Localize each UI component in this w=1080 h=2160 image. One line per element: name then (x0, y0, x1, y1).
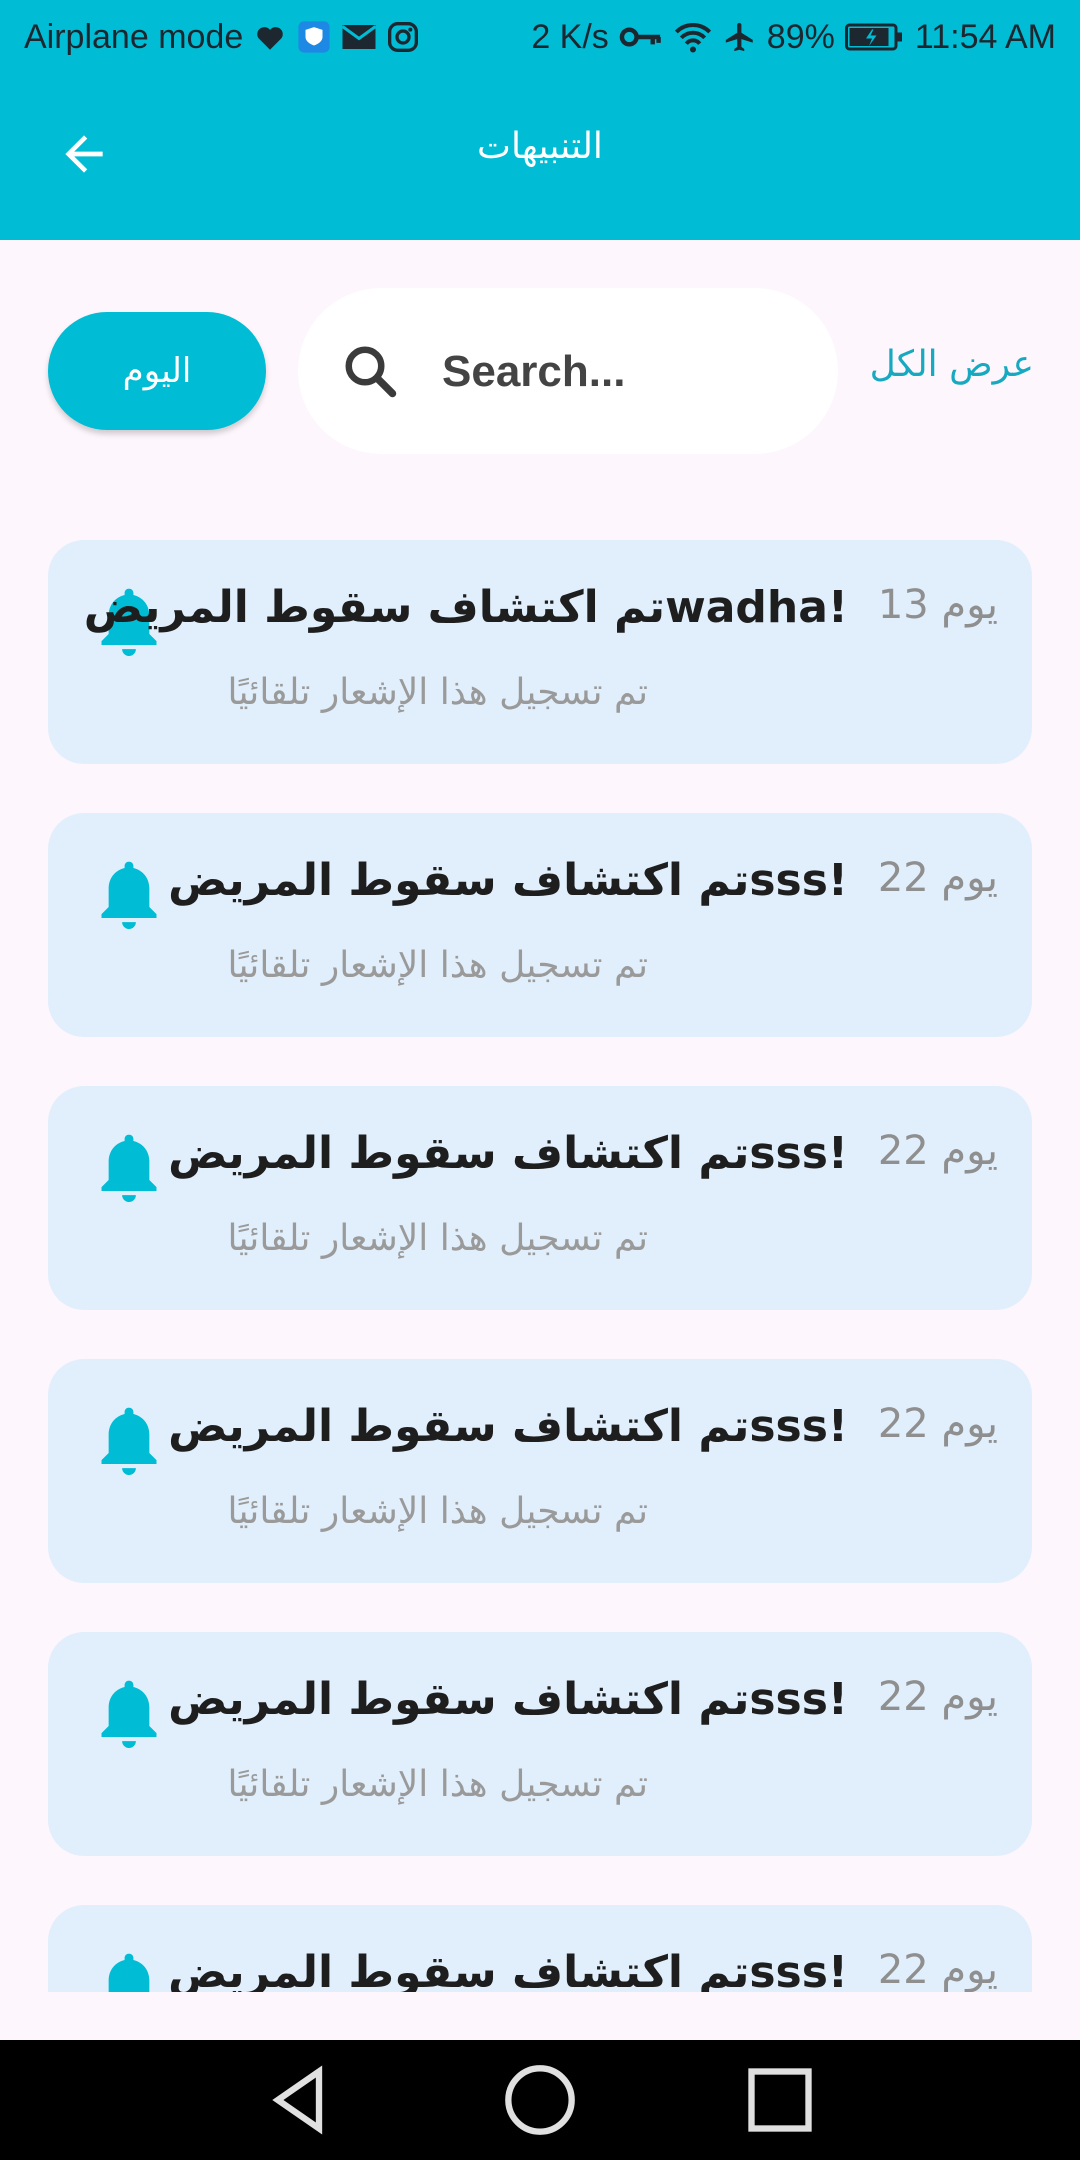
bell-icon (96, 1403, 162, 1481)
status-right: 2 K/s 89% 11:54 AM (531, 18, 1056, 57)
notification-title: !sssتم اكتشاف سقوط المريض (168, 1401, 848, 1452)
notification-title: !sssتم اكتشاف سقوط المريض (168, 1128, 848, 1179)
notification-day: يوم 22 (877, 1947, 998, 1992)
notification-card[interactable]: !sssتم اكتشاف سقوط المريض تم تسجيل هذا ال… (48, 1086, 1032, 1310)
notification-day: يوم 22 (877, 1401, 998, 1447)
notification-card[interactable]: !sssتم اكتشاف سقوط المريض تم تسجيل هذا ال… (48, 1359, 1032, 1583)
instagram-icon (387, 21, 419, 53)
notification-subtitle: تم تسجيل هذا الإشعار تلقائيًا (227, 1764, 648, 1805)
notification-card[interactable]: !sssتم اكتشاف سقوط المريضتم تسجيل هذا ال… (48, 1905, 1032, 1992)
notification-subtitle: تم تسجيل هذا الإشعار تلقائيًا (227, 1491, 648, 1532)
bell-icon (96, 1949, 162, 1992)
notification-day: يوم 22 (877, 1128, 998, 1174)
status-left: Airplane mode (24, 18, 419, 57)
search-box[interactable] (298, 288, 838, 454)
search-icon (345, 346, 397, 398)
airplane-mode-label: Airplane mode (24, 17, 244, 56)
system-nav-bar (0, 2040, 1080, 2160)
notification-card[interactable]: !sssتم اكتشاف سقوط المريض تم تسجيل هذا ال… (48, 813, 1032, 1037)
notification-card[interactable]: !sssتم اكتشاف سقوط المريض تم تسجيل هذا ال… (48, 1632, 1032, 1856)
notification-day: يوم 22 (877, 855, 998, 901)
notification-day: يوم 22 (877, 1674, 998, 1720)
show-all-link[interactable]: عرض الكل (870, 344, 1034, 385)
bell-icon (96, 857, 162, 935)
notification-title: !sssتم اكتشاف سقوط المريض (168, 855, 848, 906)
nav-recents-icon[interactable] (742, 2062, 818, 2138)
airplane-icon (723, 20, 757, 54)
shield-icon (297, 20, 331, 54)
status-bar: Airplane mode 2 K/s 89% 11:54 AM (0, 0, 1080, 74)
mail-icon (341, 22, 377, 52)
search-input[interactable] (440, 328, 814, 416)
today-filter-button[interactable]: اليوم (48, 312, 266, 430)
clock: 11:54 AM (914, 17, 1056, 56)
bell-icon (96, 1130, 162, 1208)
bell-icon (96, 1676, 162, 1754)
vpn-heart-icon (253, 20, 287, 54)
notification-title: !sssتم اكتشاف سقوط المريض (168, 1947, 848, 1992)
notification-subtitle: تم تسجيل هذا الإشعار تلقائيًا (227, 945, 648, 986)
notification-subtitle: تم تسجيل هذا الإشعار تلقائيًا (227, 672, 648, 713)
app-bar: التنبيهات (0, 74, 1080, 240)
notification-title: !sssتم اكتشاف سقوط المريض (168, 1674, 848, 1725)
battery-percent: 89% (766, 17, 835, 56)
nav-home-icon[interactable] (502, 2062, 578, 2138)
notification-list[interactable]: !wadhaتم اكتشاف سقوط المريض تم تسجيل هذا … (48, 540, 1032, 1992)
filter-row: اليوم عرض الكل (0, 288, 1080, 454)
battery-icon (844, 22, 905, 52)
notification-day: يوم 13 (877, 582, 998, 628)
nav-back-icon[interactable] (262, 2062, 338, 2138)
network-speed: 2 K/s (531, 17, 609, 56)
notification-card[interactable]: !wadhaتم اكتشاف سقوط المريض تم تسجيل هذا … (48, 540, 1032, 764)
notification-subtitle: تم تسجيل هذا الإشعار تلقائيًا (227, 1218, 648, 1259)
page-title: التنبيهات (477, 126, 603, 167)
wifi-icon (673, 20, 713, 54)
notification-title: !wadhaتم اكتشاف سقوط المريض (83, 582, 848, 633)
key-icon (619, 22, 663, 52)
